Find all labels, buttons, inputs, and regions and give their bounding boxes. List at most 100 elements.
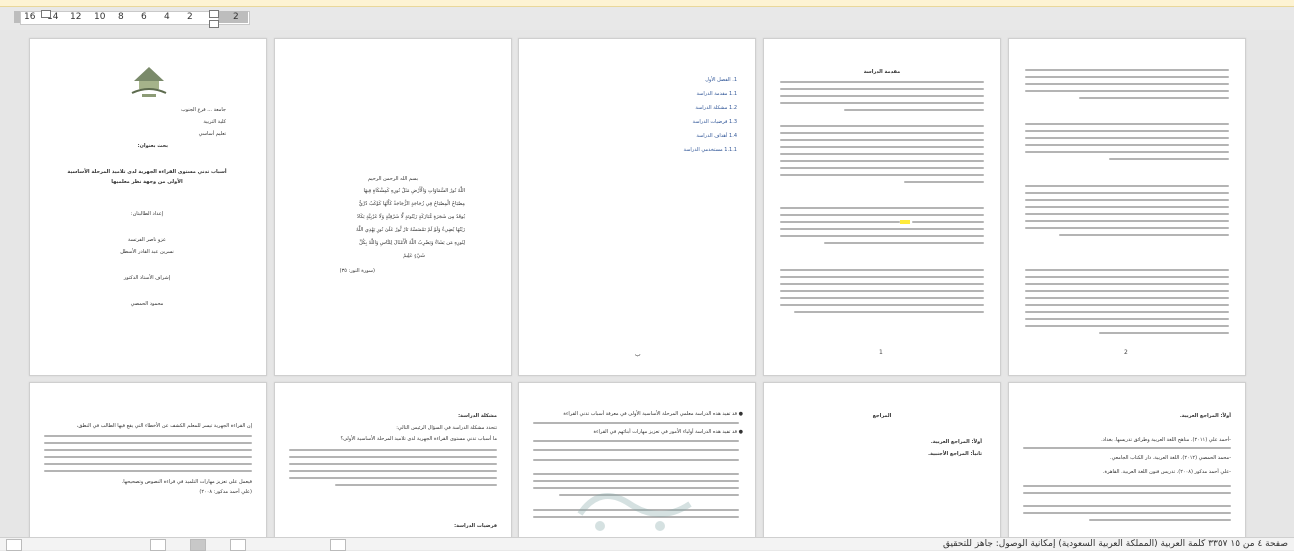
focus-mode-button[interactable]	[330, 539, 346, 551]
toc-entry[interactable]: 1.1.1 مستخدمي الدراسة	[684, 147, 737, 154]
left-indent-marker[interactable]	[41, 10, 51, 18]
ruler-number: 2	[233, 12, 239, 22]
page-body[interactable]: إن القراءة الجهرية تيسر للمعلم الكشف عن …	[29, 382, 267, 537]
ruler-number: 10	[94, 12, 106, 22]
text-line	[289, 449, 497, 451]
references-subheading: ثانياً: المراجع الأجنبية.	[928, 451, 982, 457]
page-number: ب	[635, 351, 641, 358]
text-line	[780, 167, 984, 169]
document-canvas[interactable]: جامعة ... فرع الجنوب كلية التربية تعليم …	[0, 30, 1294, 537]
text-line	[44, 435, 252, 437]
reference-entry: -محمد الحمصي (٢٠١٢). اللغة العربية. دار …	[1110, 455, 1231, 461]
section-heading: فرضيات الدراسة:	[454, 523, 497, 529]
text-line	[780, 81, 984, 83]
text-line	[1025, 276, 1229, 278]
page-problem[interactable]: مشكلة الدراسة: تتحدد مشكلة الدراسة في ال…	[274, 382, 512, 537]
text-line	[1109, 158, 1229, 160]
text-line	[780, 276, 984, 278]
text-line	[912, 221, 984, 223]
text-line	[844, 109, 984, 111]
text-line	[1025, 325, 1229, 327]
quran-verse-line: مِصْبَاحٌ الْمِصْبَاحُ فِي زُجَاجَةٍ الز…	[358, 201, 465, 207]
text-line	[1025, 304, 1229, 306]
first-line-indent-marker[interactable]	[209, 10, 219, 18]
text-line	[1025, 311, 1229, 313]
text-line	[289, 456, 497, 458]
page-basmala[interactable]: بسم الله الرحمن الرحيم اللَّهُ نُورُ الس…	[274, 38, 512, 376]
quran-verse-line: لِنُورِهِ مَن يَشَاءُ وَيَضْرِبُ اللَّهُ…	[359, 240, 465, 246]
bullet-line: ● قد تفيد هذه الدراسة أولياء الأمور في ت…	[593, 429, 743, 435]
right-indent-marker[interactable]	[209, 20, 219, 28]
text-line	[1025, 90, 1229, 92]
text-line	[1025, 206, 1229, 208]
quran-verse-line: زَيْتُهَا يُضِيءُ وَلَوْ لَمْ تَمْسَسْهُ…	[356, 227, 465, 233]
research-title-label: بحث بعنوان:	[137, 143, 168, 149]
ruler-number: 4	[164, 12, 170, 22]
page-body[interactable]: 2	[1008, 38, 1246, 376]
section-heading: المراجع	[872, 413, 892, 419]
text-line	[780, 102, 984, 104]
supervisor-name: محمود الحمصي	[130, 301, 164, 307]
page-references-index[interactable]: المراجع أولاً: المراجع العربية. ثانياً: …	[763, 382, 1001, 537]
text-line	[904, 181, 984, 183]
text-line	[780, 283, 984, 285]
toc-entry[interactable]: 1.2 مشكلة الدراسة	[695, 105, 737, 112]
toc-entry[interactable]: 1.3 فرضيات الدراسة	[693, 119, 737, 126]
text-line	[1025, 297, 1229, 299]
notification-strip	[0, 0, 1294, 7]
text-line	[780, 88, 984, 90]
text-line	[780, 297, 984, 299]
toc-entry[interactable]: 1.4 أهداف الدراسة	[696, 133, 737, 140]
text-line	[533, 480, 739, 482]
text-line	[1025, 185, 1229, 187]
supervisor-label: إشراف الأستاذ الدكتور	[123, 275, 171, 281]
page-introduction[interactable]: مقدمة الدراسة 1	[763, 38, 1001, 376]
quran-verse-line: يُوقَدُ مِن شَجَرَةٍ مُّبَارَكَةٍ زَيْتُ…	[356, 214, 465, 220]
text-line	[780, 290, 984, 292]
read-mode-button[interactable]	[150, 539, 166, 551]
text-line	[1025, 290, 1229, 292]
quran-verse-line: اللَّهُ نُورُ السَّمَاوَاتِ وَالْأَرْضِ …	[363, 188, 465, 194]
text-line	[44, 449, 252, 451]
text-line	[780, 269, 984, 271]
page-number: 2	[1124, 349, 1128, 356]
quran-verse-line: شَيْءٍ عَلِيمٌ	[403, 253, 425, 259]
basmala: بسم الله الرحمن الرحيم	[367, 176, 419, 182]
zoom-out-button[interactable]	[6, 539, 22, 551]
university-name: جامعة ... فرع الجنوب	[181, 107, 226, 113]
text-line	[1025, 269, 1229, 271]
highlighted-text[interactable]	[900, 220, 910, 224]
text-line	[1023, 485, 1231, 487]
paragraph-line: فيعمل على تعزيز مهارات التلميذ في قراءة …	[121, 479, 252, 485]
text-line	[780, 214, 984, 216]
text-line	[1025, 213, 1229, 215]
web-layout-button[interactable]	[230, 539, 246, 551]
text-line	[1025, 220, 1229, 222]
text-line	[559, 494, 739, 496]
section-heading: مقدمة الدراسة	[863, 69, 901, 75]
text-line	[824, 242, 984, 244]
text-line	[44, 470, 252, 472]
page-arabic-references[interactable]: أولاً: المراجع العربية. -أحمد علي (٢٠١١)…	[1008, 382, 1246, 537]
text-line	[533, 440, 739, 442]
text-line	[1025, 144, 1229, 146]
research-title-line2: الأولى من وجهة نظر معلميها	[111, 179, 183, 185]
toc-entry[interactable]: 1.1 مقدمة الدراسة	[696, 91, 737, 98]
status-text: صفحة ٤ من ١٥ ٣٣٥٧ كلمة العربية (المملكة …	[943, 539, 1288, 549]
reference-entry: -أحمد علي (٢٠١١). مناهج اللغة العربية وط…	[1101, 437, 1231, 443]
citation: (علي أحمد مدكور: ٢٠٠٨)	[199, 489, 252, 495]
page-cover[interactable]: جامعة ... فرع الجنوب كلية التربية تعليم …	[29, 38, 267, 376]
text-line	[335, 484, 497, 486]
text-line	[1025, 192, 1229, 194]
ruler-number: 6	[141, 12, 147, 22]
research-title-line1: أسباب تدني مستوى القراءة الجهرية لدى تلا…	[67, 169, 227, 175]
page-importance[interactable]: ● قد تفيد هذه الدراسة معلمي المرحلة الأس…	[518, 382, 756, 537]
text-line	[44, 463, 252, 465]
ruler-number: 12	[70, 12, 82, 22]
page-toc[interactable]: 1. الفصل الأول 1.1 مقدمة الدراسة 1.2 مشك…	[518, 38, 756, 376]
print-layout-button[interactable]	[190, 539, 206, 551]
text-line	[780, 304, 984, 306]
text-line	[533, 449, 739, 451]
horizontal-ruler[interactable]: 16 14 12 10 8 6 4 2 2	[0, 7, 1294, 29]
toc-entry[interactable]: 1. الفصل الأول	[705, 77, 737, 84]
